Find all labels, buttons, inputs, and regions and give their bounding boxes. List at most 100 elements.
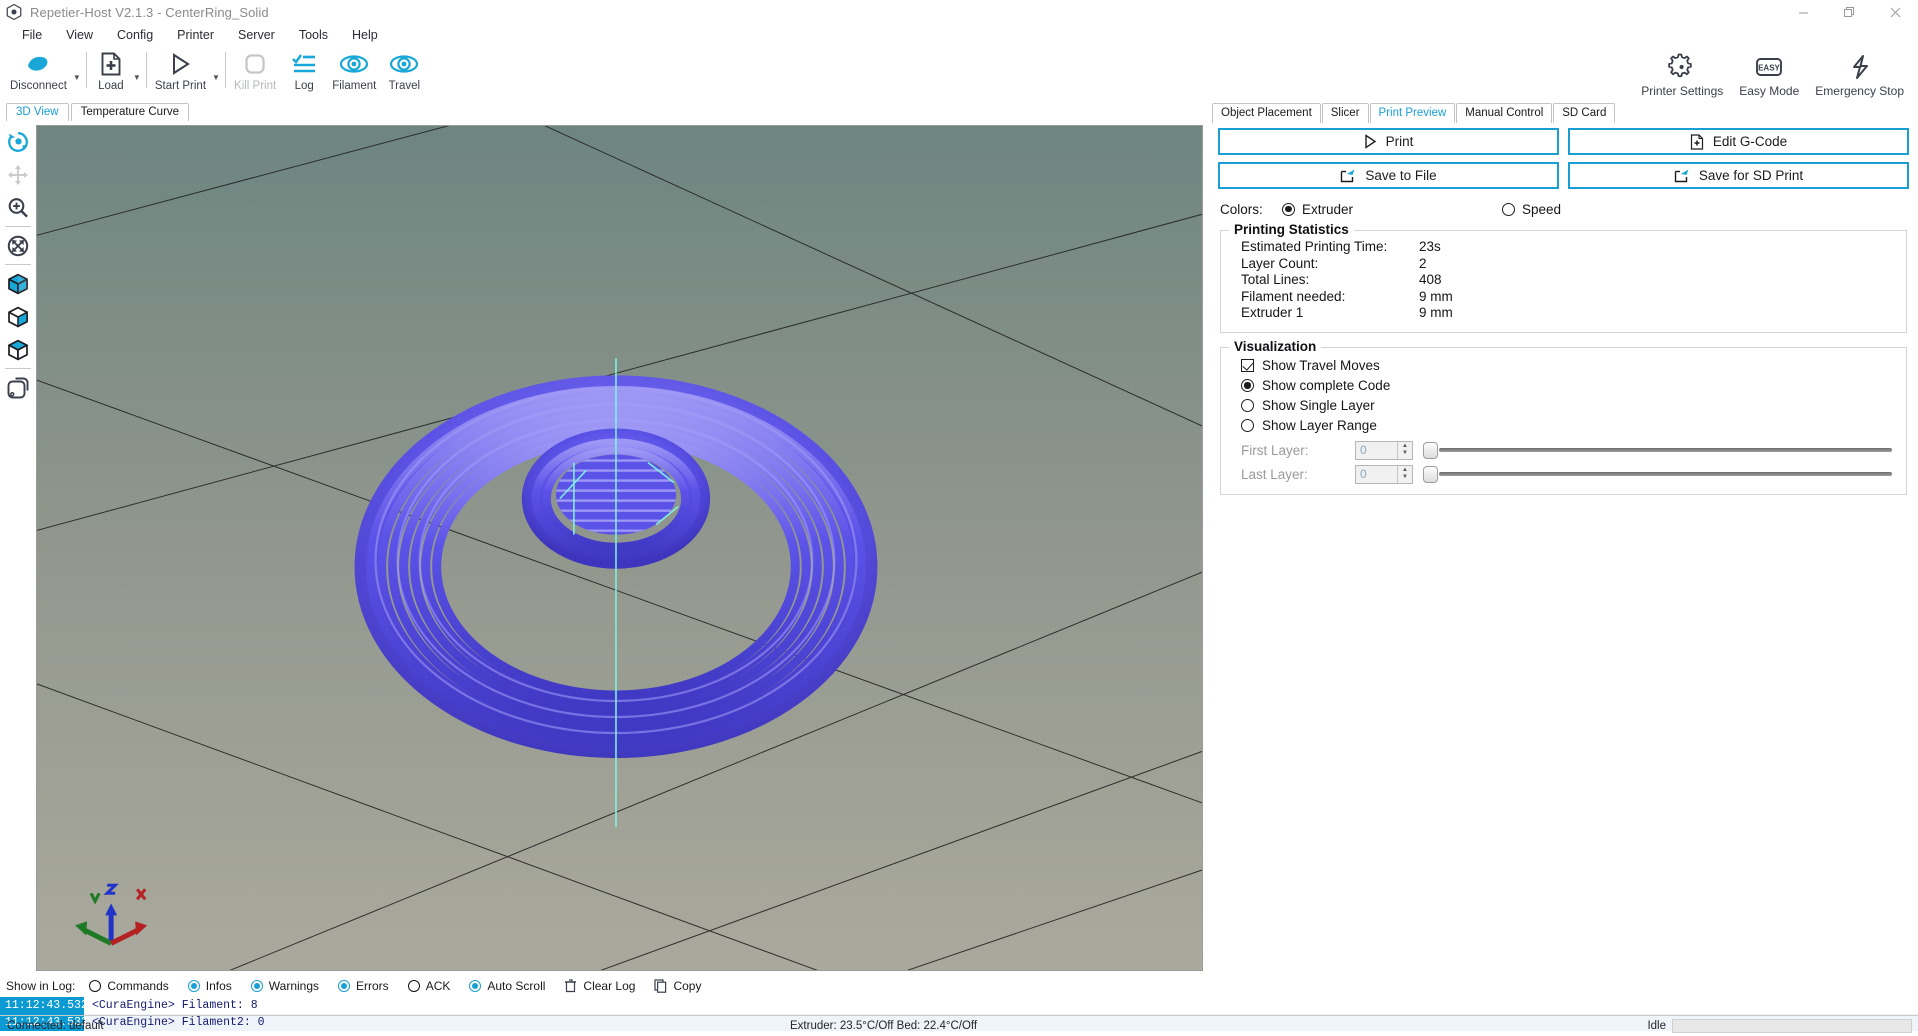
kill-print-button: Kill Print (228, 46, 282, 100)
printer-state: Idle (1647, 1020, 1666, 1032)
3d-viewport[interactable] (36, 125, 1203, 971)
emergency-stop-button[interactable]: Emergency Stop (1807, 46, 1912, 100)
save-for-sd-print-button[interactable]: Save for SD Print (1568, 162, 1909, 189)
copy-label: Copy (673, 979, 702, 993)
log-filter-errors[interactable]: Errors (338, 979, 389, 993)
colors-option-speed[interactable]: Speed (1502, 202, 1561, 217)
last-layer-row: Last Layer: 0 ▲ ▼ (1233, 464, 1894, 484)
save-to-file-label: Save to File (1365, 168, 1437, 183)
edit-gcode-button[interactable]: Edit G-Code (1568, 128, 1909, 155)
copy-button[interactable]: Copy (654, 979, 701, 993)
log-filter-commands[interactable]: Commands (89, 979, 169, 993)
stat-key: Layer Count: (1241, 255, 1319, 271)
radio-infos-icon (187, 980, 200, 992)
last-layer-slider[interactable] (1423, 465, 1894, 483)
move-view-tool[interactable] (2, 158, 34, 191)
radio-warnings-icon (250, 980, 263, 992)
close-icon[interactable] (1872, 0, 1918, 24)
view-mode-open[interactable] (2, 333, 34, 366)
tab-3d-view[interactable]: 3D View (6, 103, 69, 121)
menu-item-server[interactable]: Server (226, 26, 287, 44)
clear-log-button[interactable]: Clear Log (564, 979, 635, 993)
colors-option-extruder[interactable]: Extruder (1282, 202, 1502, 217)
printing-statistics-caption: Printing Statistics (1229, 222, 1354, 237)
tab-object-placement[interactable]: Object Placement (1212, 103, 1321, 123)
first-layer-slider[interactable] (1423, 441, 1894, 459)
show-complete-code-radio[interactable]: Show complete Code (1233, 376, 1894, 396)
toolbar-separator (85, 52, 87, 88)
printer-settings-button[interactable]: Printer Settings (1633, 46, 1731, 100)
show-travel-moves-checkbox[interactable]: Show Travel Moves (1233, 356, 1894, 376)
show-layer-range-radio[interactable]: Show Layer Range (1233, 416, 1894, 436)
zoom-view-tool[interactable] (2, 191, 34, 224)
repetier-host-window: Repetier-Host V2.1.3 - CenterRing_Solid … (0, 0, 1918, 1036)
title-bar: Repetier-Host V2.1.3 - CenterRing_Solid (0, 0, 1918, 24)
restore-icon[interactable] (1826, 0, 1872, 24)
disconnect-dropdown-caret[interactable]: ▼ (73, 46, 84, 100)
view-mode-solid[interactable] (2, 267, 34, 300)
log-message: <CuraEngine> Filament: 8 (92, 999, 258, 1012)
log-filter-auto-scroll-label: Auto Scroll (487, 979, 546, 993)
easy-mode-button[interactable]: EASY Easy Mode (1731, 46, 1807, 100)
start-print-label: Start Print (154, 80, 207, 92)
log-filter-auto-scroll[interactable]: Auto Scroll (469, 979, 545, 993)
log-filter-ack[interactable]: ACK (407, 979, 450, 993)
show-in-log-label: Show in Log: (6, 979, 76, 993)
travel-button[interactable]: Travel (382, 46, 426, 100)
stat-value: 2 (1419, 255, 1427, 271)
colors-extruder-label: Extruder (1302, 201, 1354, 217)
show-single-layer-radio[interactable]: Show Single Layer (1233, 396, 1894, 416)
stepper-arrows-icon[interactable]: ▲ ▼ (1397, 441, 1412, 459)
menu-item-view[interactable]: View (54, 26, 105, 44)
show-complete-code-label: Show complete Code (1262, 377, 1391, 393)
rotate-view-tool[interactable] (2, 125, 34, 158)
checklist-icon (291, 49, 317, 79)
slider-handle[interactable] (1423, 466, 1438, 483)
disconnect-button[interactable]: Disconnect (4, 46, 73, 100)
view-mode-wire[interactable] (2, 371, 34, 404)
log-filter-warnings[interactable]: Warnings (250, 979, 320, 993)
viewport-tabs: 3D View Temperature Curve (0, 103, 1207, 121)
log-filter-warnings-label: Warnings (268, 979, 320, 993)
slider-track (1439, 448, 1892, 452)
log-filter-infos[interactable]: Infos (187, 979, 232, 993)
tab-print-preview[interactable]: Print Preview (1369, 103, 1456, 123)
load-button[interactable]: Load (89, 46, 133, 100)
action-row-bottom: Save to File Save for SD Print (1218, 162, 1909, 189)
menu-item-tools[interactable]: Tools (287, 26, 340, 44)
start-print-dropdown-caret[interactable]: ▼ (212, 46, 223, 100)
printer-settings-label: Printer Settings (1641, 84, 1724, 98)
fit-to-screen-tool[interactable] (2, 229, 34, 262)
radio-errors-icon (338, 980, 351, 992)
stat-row: Total Lines: 408 (1233, 272, 1894, 289)
lightning-bolt-icon (1846, 51, 1874, 83)
first-layer-row: First Layer: 0 ▲ ▼ (1233, 440, 1894, 460)
log-button[interactable]: Log (282, 46, 326, 100)
menu-item-printer[interactable]: Printer (165, 26, 226, 44)
progress-bar (1672, 1019, 1912, 1033)
toolbar-right-group: Printer Settings EASY Easy Mode Emergenc… (1633, 46, 1912, 100)
last-layer-stepper[interactable]: 0 ▲ ▼ (1355, 464, 1413, 484)
eye-icon (339, 49, 369, 79)
filament-label: Filament (332, 80, 377, 92)
view-mode-shaded[interactable] (2, 300, 34, 333)
filament-button[interactable]: Filament (326, 46, 382, 100)
tab-temperature-curve[interactable]: Temperature Curve (70, 103, 190, 121)
tab-manual-control[interactable]: Manual Control (1456, 103, 1553, 123)
menu-item-config[interactable]: Config (105, 26, 165, 44)
menu-item-help[interactable]: Help (340, 26, 390, 44)
minimize-icon[interactable] (1780, 0, 1826, 24)
first-layer-stepper[interactable]: 0 ▲ ▼ (1355, 440, 1413, 460)
tab-slicer[interactable]: Slicer (1321, 103, 1369, 123)
slider-handle[interactable] (1423, 442, 1438, 459)
start-print-button[interactable]: Start Print (149, 46, 212, 100)
save-to-file-button[interactable]: Save to File (1218, 162, 1559, 189)
tab-sd-card[interactable]: SD Card (1553, 103, 1616, 123)
menu-bar: File View Config Printer Server Tools He… (0, 24, 1918, 46)
viewport-tool-bar (0, 121, 36, 975)
menu-item-file[interactable]: File (10, 26, 54, 44)
toolbar-separator (145, 52, 147, 88)
load-dropdown-caret[interactable]: ▼ (133, 46, 144, 100)
stepper-arrows-icon[interactable]: ▲ ▼ (1397, 465, 1412, 483)
print-button[interactable]: Print (1218, 128, 1559, 155)
